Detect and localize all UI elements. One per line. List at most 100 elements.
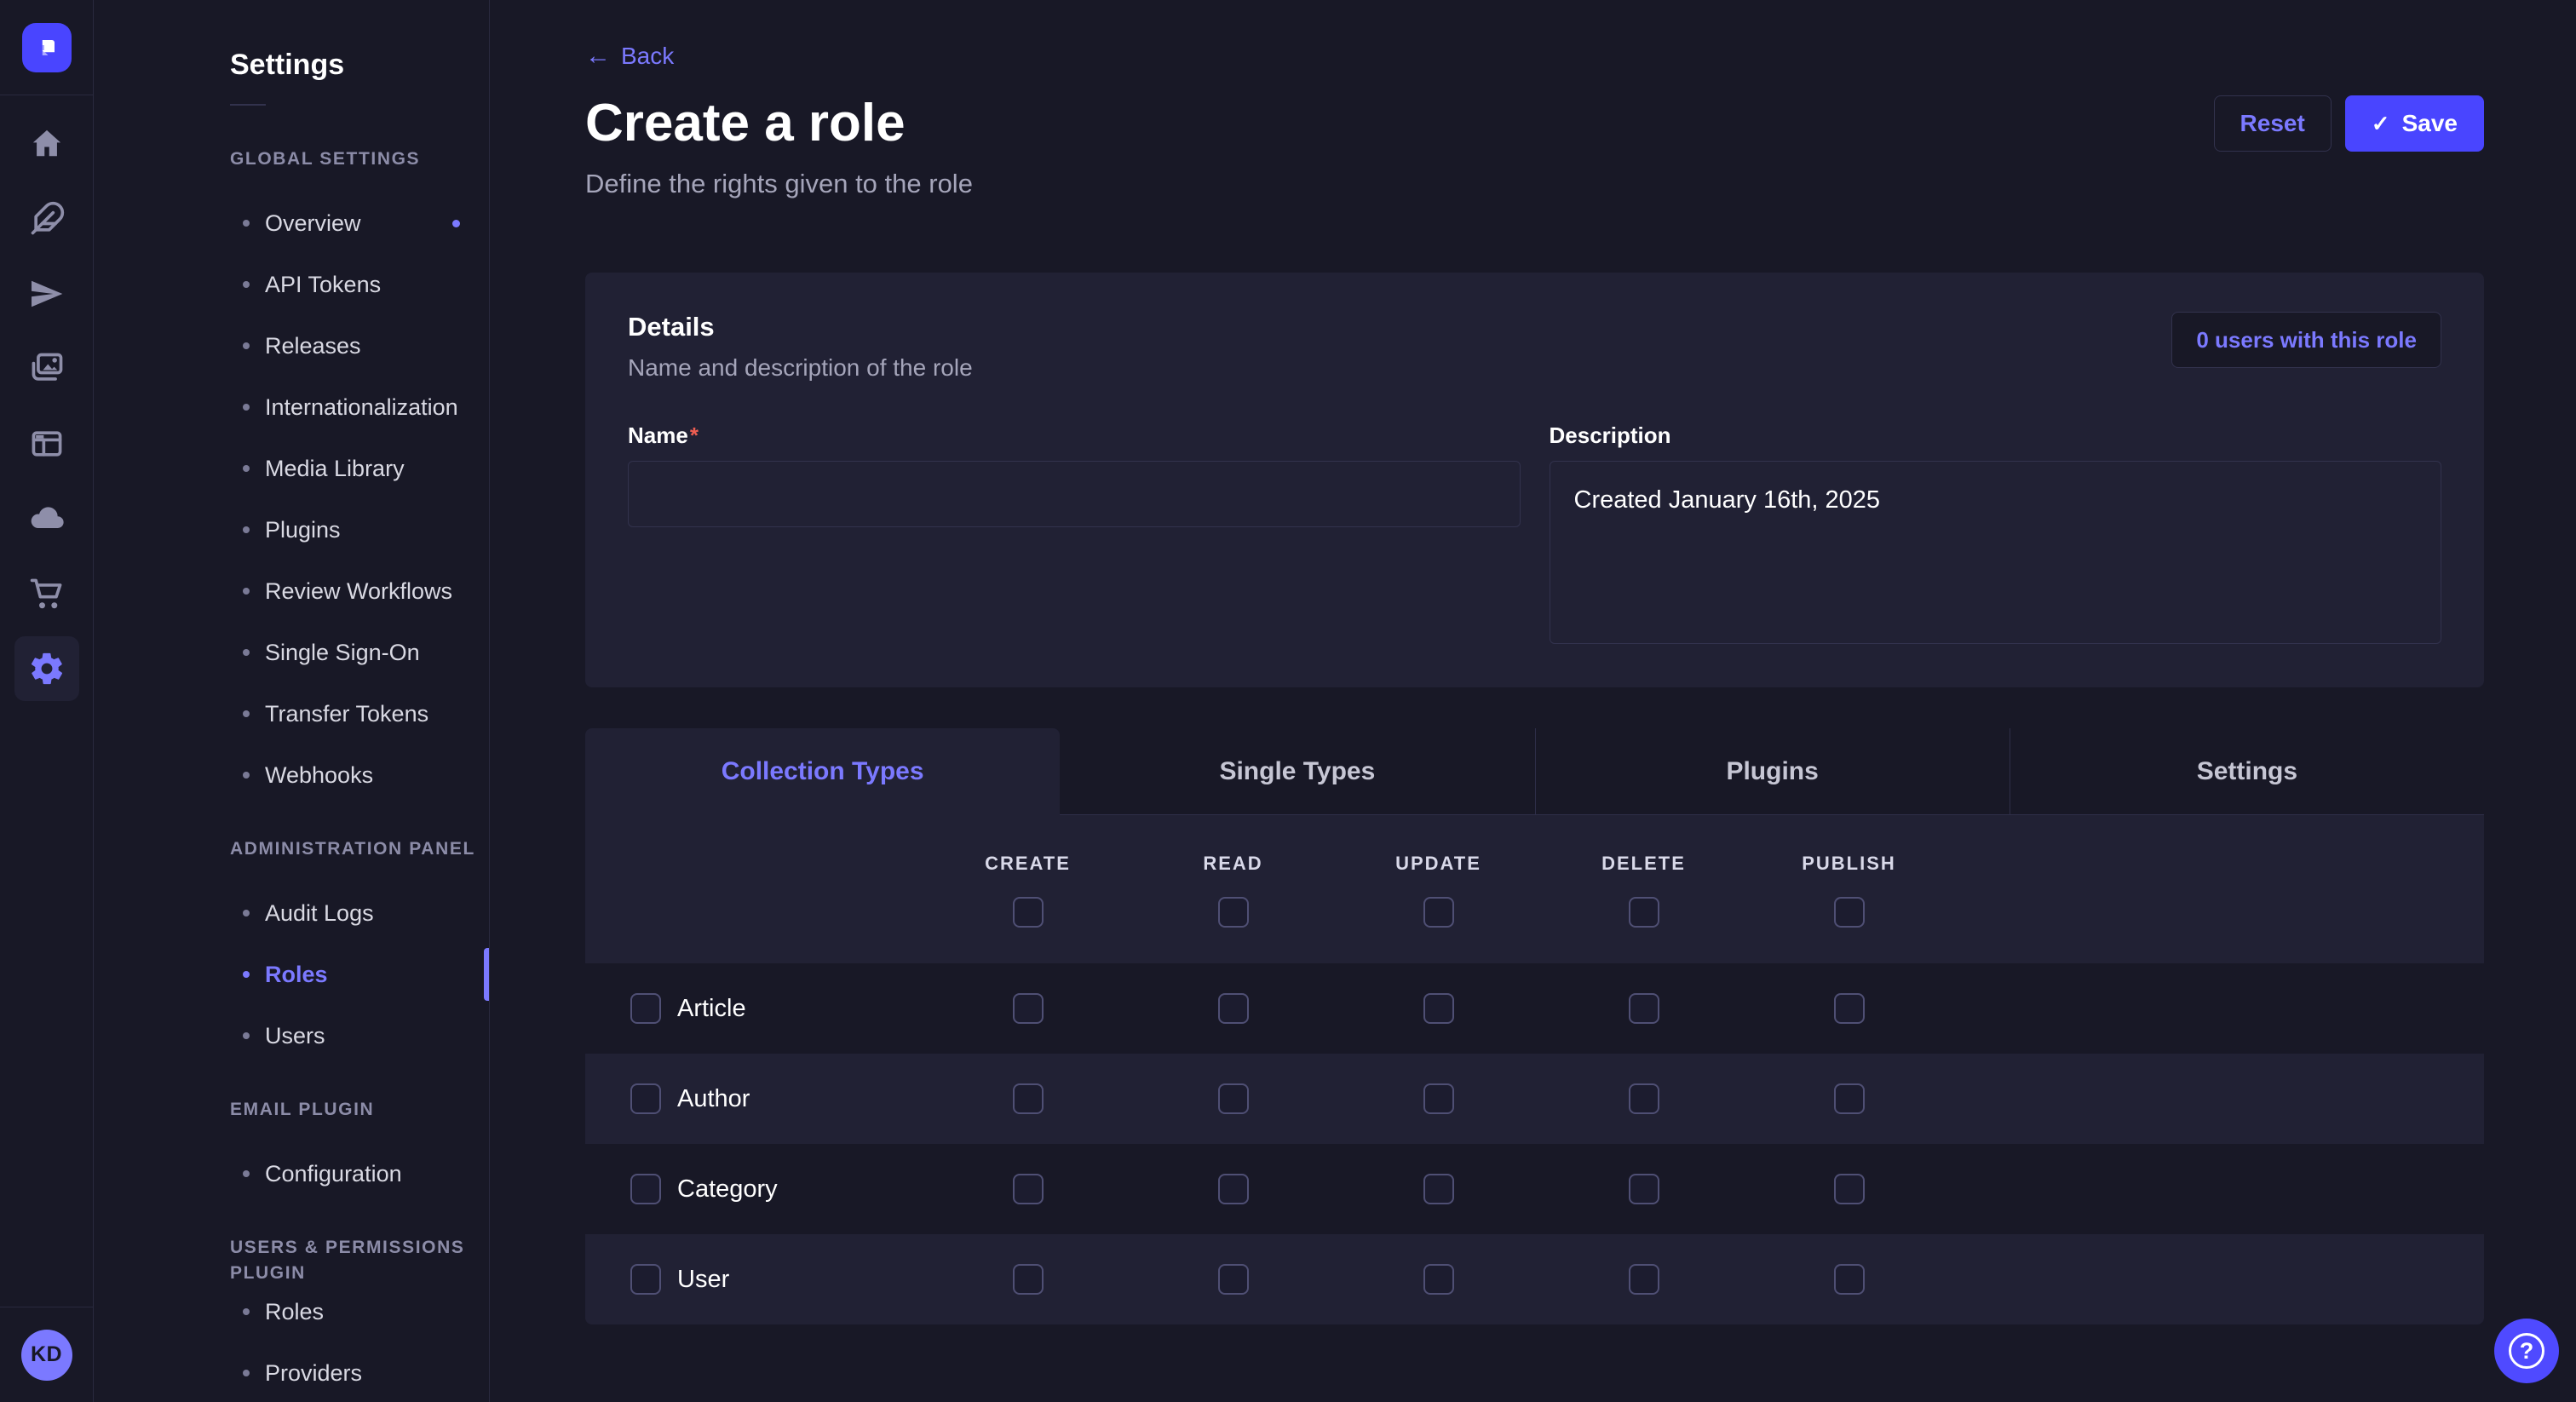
user-delete-checkbox[interactable] bbox=[1629, 1264, 1659, 1295]
author-create-checkbox[interactable] bbox=[1013, 1083, 1044, 1114]
cell bbox=[925, 1264, 1130, 1295]
role-description-textarea[interactable]: Created January 16th, 2025 bbox=[1550, 461, 2442, 644]
tab-plugins[interactable]: Plugins bbox=[1535, 728, 2010, 815]
row-label: Article bbox=[677, 995, 746, 1023]
sidebar-title: Settings bbox=[230, 48, 489, 82]
back-link[interactable]: ← Back bbox=[585, 43, 674, 70]
sidebar-item-api-tokens[interactable]: API Tokens bbox=[94, 254, 489, 315]
author-publish-checkbox[interactable] bbox=[1834, 1083, 1865, 1114]
select-all-update-checkbox[interactable] bbox=[1423, 897, 1454, 928]
role-name-input[interactable] bbox=[628, 461, 1521, 527]
nav-releases[interactable] bbox=[14, 261, 79, 326]
strapi-logo[interactable] bbox=[22, 23, 72, 72]
cell bbox=[925, 993, 1130, 1024]
sidebar-item-configuration[interactable]: Configuration bbox=[94, 1143, 489, 1204]
sidebar-item-users[interactable]: Users bbox=[94, 1005, 489, 1066]
author-row-checkbox[interactable] bbox=[630, 1083, 661, 1114]
nav-cloud[interactable] bbox=[14, 486, 79, 551]
category-read-checkbox[interactable] bbox=[1218, 1174, 1249, 1204]
sidebar-item-releases[interactable]: Releases bbox=[94, 315, 489, 376]
category-delete-checkbox[interactable] bbox=[1629, 1174, 1659, 1204]
article-update-checkbox[interactable] bbox=[1423, 993, 1454, 1024]
select-all-delete-checkbox[interactable] bbox=[1629, 897, 1659, 928]
header-name-spacer bbox=[585, 815, 925, 963]
nav-marketplace[interactable] bbox=[14, 561, 79, 626]
bullet-icon bbox=[243, 465, 250, 472]
user-row-checkbox[interactable] bbox=[630, 1264, 661, 1295]
sidebar-item-internationalization[interactable]: Internationalization bbox=[94, 376, 489, 438]
save-label: Save bbox=[2402, 110, 2458, 137]
sidebar-item-media-library[interactable]: Media Library bbox=[94, 438, 489, 499]
sidebar-item-overview[interactable]: Overview bbox=[94, 192, 489, 254]
sidebar-item-roles-admin[interactable]: Roles bbox=[94, 944, 489, 1005]
category-publish-checkbox[interactable] bbox=[1834, 1174, 1865, 1204]
column-label-update: UPDATE bbox=[1395, 853, 1481, 875]
bullet-icon bbox=[243, 971, 250, 978]
bullet-icon bbox=[243, 1370, 250, 1376]
nav-content-manager[interactable] bbox=[14, 187, 79, 251]
question-mark-icon: ? bbox=[2509, 1333, 2544, 1369]
bullet-icon bbox=[243, 649, 250, 656]
article-publish-checkbox[interactable] bbox=[1834, 993, 1865, 1024]
reset-button[interactable]: Reset bbox=[2214, 95, 2332, 152]
bullet-icon bbox=[243, 526, 250, 533]
nav-content-type-builder[interactable] bbox=[14, 411, 79, 476]
user-update-checkbox[interactable] bbox=[1423, 1264, 1454, 1295]
article-read-checkbox[interactable] bbox=[1218, 993, 1249, 1024]
select-all-publish-checkbox[interactable] bbox=[1834, 897, 1865, 928]
row-name-cell: Category bbox=[585, 1174, 925, 1204]
author-update-checkbox[interactable] bbox=[1423, 1083, 1454, 1114]
rail-logo-area bbox=[0, 0, 93, 95]
sidebar-item-plugins[interactable]: Plugins bbox=[94, 499, 489, 560]
user-create-checkbox[interactable] bbox=[1013, 1264, 1044, 1295]
header-filler bbox=[1952, 815, 2484, 963]
header-actions: Reset ✓ Save bbox=[2214, 95, 2484, 152]
cell bbox=[1541, 1264, 1746, 1295]
permissions-tabs: Collection Types Single Types Plugins Se… bbox=[585, 728, 2484, 815]
tab-single-types[interactable]: Single Types bbox=[1060, 728, 1534, 815]
article-row-checkbox[interactable] bbox=[630, 993, 661, 1024]
user-read-checkbox[interactable] bbox=[1218, 1264, 1249, 1295]
users-with-role-button[interactable]: 0 users with this role bbox=[2171, 312, 2441, 368]
bullet-icon bbox=[243, 281, 250, 288]
home-icon bbox=[28, 125, 66, 163]
section-users-permissions-plugin: USERS & PERMISSIONS PLUGIN bbox=[230, 1235, 489, 1261]
user-avatar[interactable]: KD bbox=[21, 1330, 72, 1381]
article-create-checkbox[interactable] bbox=[1013, 993, 1044, 1024]
sidebar-item-transfer-tokens[interactable]: Transfer Tokens bbox=[94, 683, 489, 744]
back-arrow-icon: ← bbox=[585, 43, 611, 69]
cell bbox=[1336, 1174, 1541, 1204]
sidebar-item-webhooks[interactable]: Webhooks bbox=[94, 744, 489, 806]
column-update: UPDATE bbox=[1336, 815, 1541, 963]
sidebar-item-audit-logs[interactable]: Audit Logs bbox=[94, 882, 489, 944]
page-title: Create a role bbox=[585, 94, 906, 153]
sidebar-item-roles-up[interactable]: Roles bbox=[94, 1281, 489, 1342]
category-update-checkbox[interactable] bbox=[1423, 1174, 1454, 1204]
section-administration-panel: ADMINISTRATION PANEL bbox=[230, 836, 489, 862]
select-all-create-checkbox[interactable] bbox=[1013, 897, 1044, 928]
tab-collection-types[interactable]: Collection Types bbox=[585, 728, 1060, 815]
category-row-checkbox[interactable] bbox=[630, 1174, 661, 1204]
cell bbox=[1746, 1083, 1952, 1114]
author-read-checkbox[interactable] bbox=[1218, 1083, 1249, 1114]
media-library-icon bbox=[28, 350, 66, 388]
settings-gear-icon bbox=[28, 650, 66, 687]
help-button[interactable]: ? bbox=[2494, 1319, 2559, 1383]
save-button[interactable]: ✓ Save bbox=[2345, 95, 2484, 152]
sidebar-item-review-workflows[interactable]: Review Workflows bbox=[94, 560, 489, 622]
cell bbox=[1130, 1264, 1336, 1295]
cell bbox=[1336, 1083, 1541, 1114]
author-delete-checkbox[interactable] bbox=[1629, 1083, 1659, 1114]
details-subtitle: Name and description of the role bbox=[628, 354, 973, 382]
nav-media-library[interactable] bbox=[14, 336, 79, 401]
user-publish-checkbox[interactable] bbox=[1834, 1264, 1865, 1295]
sidebar-item-providers[interactable]: Providers bbox=[94, 1342, 489, 1402]
headline-row: Create a role Reset ✓ Save bbox=[585, 94, 2484, 153]
article-delete-checkbox[interactable] bbox=[1629, 993, 1659, 1024]
nav-home[interactable] bbox=[14, 112, 79, 176]
tab-settings[interactable]: Settings bbox=[2010, 728, 2484, 815]
select-all-read-checkbox[interactable] bbox=[1218, 897, 1249, 928]
nav-settings[interactable] bbox=[14, 636, 79, 701]
sidebar-item-single-sign-on[interactable]: Single Sign-On bbox=[94, 622, 489, 683]
category-create-checkbox[interactable] bbox=[1013, 1174, 1044, 1204]
